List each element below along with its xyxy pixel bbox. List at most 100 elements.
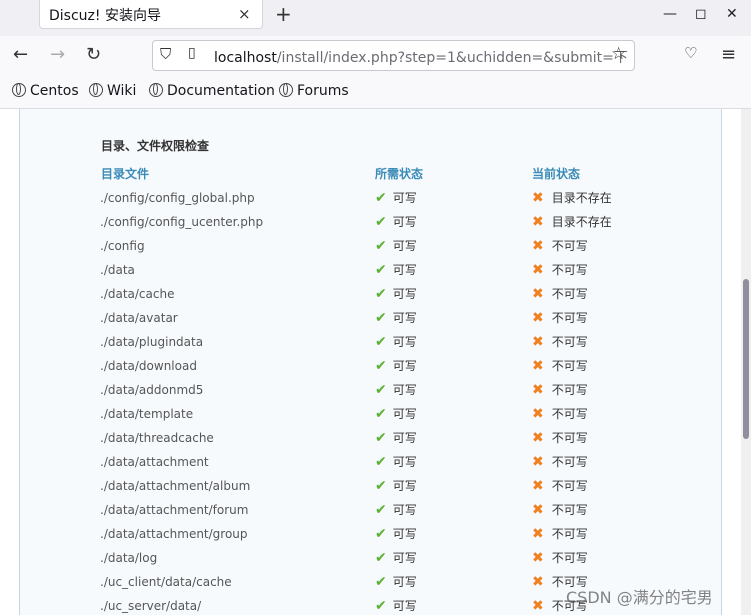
tab-discuz-install[interactable]: Discuz! 安装向导 ×: [39, 0, 263, 29]
globe-icon: [12, 83, 26, 97]
check-icon: ✔: [375, 358, 387, 374]
bookmark-documentation[interactable]: Documentation: [149, 83, 275, 99]
row-path: ./data/log: [100, 551, 158, 565]
required-label: 可写: [392, 335, 417, 349]
check-icon: ✔: [375, 478, 387, 494]
current-label: 不可写: [551, 359, 588, 373]
cross-icon: ✖: [532, 454, 544, 470]
row-required: ✔ 可写: [375, 213, 417, 230]
table-row: ./data/log ✔ 可写 ✖ 不可写: [0, 550, 741, 575]
row-path: ./data/cache: [100, 287, 175, 301]
cross-icon: ✖: [532, 406, 544, 422]
row-path: ./uc_client/data/cache: [100, 575, 232, 589]
cross-icon: ✖: [532, 262, 544, 278]
bookmark-centos[interactable]: Centos: [12, 83, 79, 99]
required-label: 可写: [392, 359, 417, 373]
row-path: ./data/attachment: [100, 455, 209, 469]
check-icon: ✔: [375, 262, 387, 278]
minimize-icon[interactable]: —: [663, 6, 677, 22]
cross-icon: ✖: [532, 430, 544, 446]
cross-icon: ✖: [532, 310, 544, 326]
row-required: ✔ 可写: [375, 597, 417, 614]
cross-icon: ✖: [532, 526, 544, 542]
header-path: 目录文件: [101, 167, 150, 181]
row-required: ✔ 可写: [375, 477, 417, 494]
check-icon: ✔: [375, 310, 387, 326]
globe-icon: [279, 83, 293, 97]
close-icon[interactable]: ×: [238, 5, 251, 23]
bookmark-label: Documentation: [167, 83, 275, 99]
table-row: ./data ✔ 可写 ✖ 不可写: [0, 261, 741, 287]
row-current: ✖ 不可写: [532, 285, 588, 302]
page-icon[interactable]: ▯: [188, 45, 196, 61]
window-close-icon[interactable]: ✕: [726, 6, 738, 22]
table-row: ./config ✔ 可写 ✖ 不可写: [0, 238, 741, 263]
required-label: 可写: [392, 287, 417, 301]
shield-icon[interactable]: ⛉: [160, 45, 171, 63]
bookmark-wiki[interactable]: Wiki: [89, 83, 136, 99]
check-icon: ✔: [375, 598, 387, 614]
row-required: ✔ 可写: [375, 405, 417, 422]
check-icon: ✔: [375, 406, 387, 422]
row-path: ./data/attachment/group: [100, 527, 248, 541]
row-path: ./data/attachment/album: [100, 479, 251, 493]
row-required: ✔ 可写: [375, 357, 417, 374]
table-row: ./data/attachment ✔ 可写 ✖ 不可写: [0, 453, 741, 479]
required-label: 可写: [392, 263, 417, 277]
row-path: ./config/config_ucenter.php: [100, 215, 264, 229]
reload-icon[interactable]: ↻: [86, 44, 101, 65]
bookmark-forums[interactable]: Forums: [279, 83, 349, 99]
menu-icon[interactable]: ≡: [721, 44, 736, 65]
url-host: localhost: [214, 50, 277, 66]
row-required: ✔ 可写: [375, 261, 417, 278]
table-row: ./data/attachment/album ✔ 可写 ✖ 不可写: [0, 477, 741, 503]
row-current: ✖ 不可写: [532, 453, 588, 470]
current-label: 不可写: [551, 239, 588, 253]
required-label: 可写: [392, 599, 417, 613]
bookmark-star-icon[interactable]: ☆: [611, 44, 626, 64]
table-row: ./data/attachment/forum ✔ 可写 ✖ 不可写: [0, 501, 741, 527]
row-required: ✔ 可写: [375, 525, 417, 542]
url-text[interactable]: localhost/install/index.php?step=1&uchid…: [214, 47, 628, 67]
row-required: ✔ 可写: [375, 453, 417, 470]
row-required: ✔ 可写: [375, 333, 417, 350]
back-icon[interactable]: ←: [13, 44, 28, 65]
row-current: ✖ 不可写: [532, 525, 588, 542]
required-label: 可写: [392, 215, 417, 229]
cross-icon: ✖: [532, 574, 544, 590]
current-label: 不可写: [551, 407, 588, 421]
required-label: 可写: [392, 383, 417, 397]
new-tab-button[interactable]: +: [275, 2, 292, 26]
pocket-icon[interactable]: ♡: [684, 44, 697, 62]
check-icon: ✔: [375, 430, 387, 446]
header-current: 当前状态: [532, 167, 581, 181]
row-current: ✖ 不可写: [532, 381, 588, 398]
row-path: ./uc_server/data/: [100, 599, 202, 613]
row-required: ✔ 可写: [375, 381, 417, 398]
current-label: 不可写: [551, 383, 588, 397]
row-required: ✔ 可写: [375, 429, 417, 446]
current-label: 目录不存在: [551, 191, 612, 205]
table-row: ./config/config_ucenter.php ✔ 可写 ✖ 目录不存在: [0, 213, 741, 239]
required-label: 可写: [392, 239, 417, 253]
current-label: 不可写: [551, 335, 588, 349]
check-icon: ✔: [375, 454, 387, 470]
required-label: 可写: [392, 551, 417, 565]
scrollbar-thumb[interactable]: [743, 279, 749, 439]
forward-icon[interactable]: →: [50, 44, 65, 65]
required-label: 可写: [392, 503, 417, 517]
section-title: 目录、文件权限检查: [101, 139, 210, 153]
maximize-icon[interactable]: ◻: [695, 6, 707, 22]
row-path: ./data: [100, 263, 135, 277]
url-bar[interactable]: ⛉ ▯ localhost/install/index.php?step=1&u…: [152, 40, 635, 71]
required-label: 可写: [392, 191, 417, 205]
current-label: 不可写: [551, 479, 588, 493]
row-current: ✖ 不可写: [532, 357, 588, 374]
tab-strip: Discuz! 安装向导 × + — ◻ ✕: [0, 0, 751, 36]
row-current: ✖ 不可写: [532, 501, 588, 518]
table-row: ./data/threadcache ✔ 可写 ✖ 不可写: [0, 429, 741, 455]
row-current: ✖ 目录不存在: [532, 213, 612, 230]
required-label: 可写: [392, 431, 417, 445]
scrollbar[interactable]: [741, 109, 751, 615]
cross-icon: ✖: [532, 286, 544, 302]
